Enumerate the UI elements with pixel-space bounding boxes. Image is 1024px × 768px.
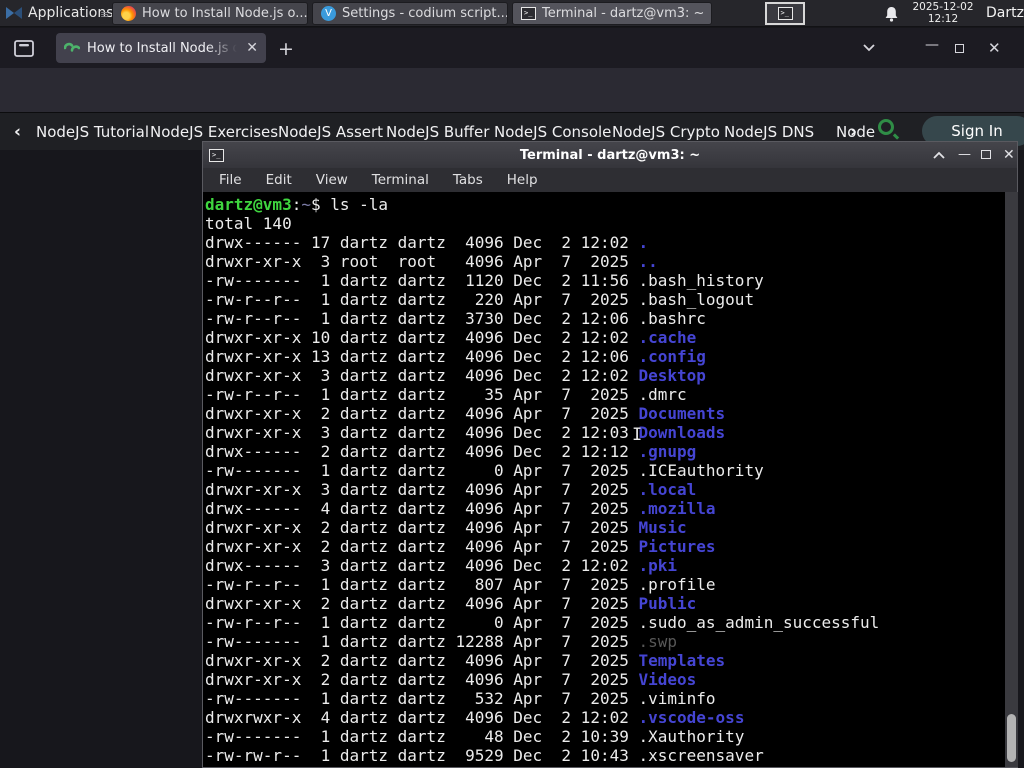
window-maximize-button[interactable] xyxy=(955,44,964,53)
firefox-view-icon[interactable] xyxy=(12,36,36,60)
terminal-icon: >_ xyxy=(521,7,536,20)
terminal-line: drwxr-xr-x 3 dartz dartz 4096 Dec 2 12:0… xyxy=(205,423,726,442)
menu-terminal[interactable]: Terminal xyxy=(372,172,429,188)
terminal-titlebar[interactable]: Terminal - dartz@vm3: ~ >_ — ✕ xyxy=(203,142,1017,168)
terminal-line: drwxr-xr-x 3 dartz dartz 4096 Dec 2 12:0… xyxy=(205,366,706,385)
terminal-line: drwxr-xr-x 2 dartz dartz 4096 Apr 7 2025… xyxy=(205,518,687,537)
terminal-line: drwxr-xr-x 3 dartz dartz 4096 Apr 7 2025… xyxy=(205,480,697,499)
terminal-icon: >_ xyxy=(209,148,224,162)
nav-scroll-left-icon[interactable]: ‹ xyxy=(14,122,21,142)
terminal-line: -rw-r--r-- 1 dartz dartz 0 Apr 7 2025 .s… xyxy=(205,613,880,632)
terminal-line: -rw------- 1 dartz dartz 48 Dec 2 10:39 … xyxy=(205,727,745,746)
tab-title: How to Install Node.js on xyxy=(87,40,237,56)
terminal-line: dartz@vm3:~$ ls -la xyxy=(205,195,389,214)
terminal-line: drwx------ 2 dartz dartz 4096 Dec 2 12:1… xyxy=(205,442,697,461)
tab-close-icon[interactable]: ✕ xyxy=(246,40,258,56)
applications-logo-icon xyxy=(6,7,22,19)
terminal-menubar: File Edit View Terminal Tabs Help xyxy=(203,168,1017,192)
terminal-line: -rw-r--r-- 1 dartz dartz 220 Apr 7 2025 … xyxy=(205,290,755,309)
clock-date: 2025-12-02 xyxy=(912,1,974,13)
window-minimize-button[interactable]: — xyxy=(925,37,939,53)
terminal-line: drwxrwxr-x 4 dartz dartz 4096 Dec 2 12:0… xyxy=(205,708,745,727)
menu-tabs[interactable]: Tabs xyxy=(453,172,483,188)
taskbar-button-codium[interactable]: V Settings - codium script... xyxy=(312,2,508,25)
terminal-line: drwxr-xr-x 2 dartz dartz 4096 Apr 7 2025… xyxy=(205,404,726,423)
nav-link-console[interactable]: NodeJS Console xyxy=(494,123,611,141)
terminal-minimize-button[interactable]: — xyxy=(958,147,971,162)
terminal-line: drwx------ 4 dartz dartz 4096 Apr 7 2025… xyxy=(205,499,716,518)
nav-link-tutorial[interactable]: NodeJS Tutorial xyxy=(36,123,149,141)
terminal-line: -rw-r--r-- 1 dartz dartz 3730 Dec 2 12:0… xyxy=(205,309,706,328)
terminal-title: Terminal - dartz@vm3: ~ xyxy=(519,147,701,163)
terminal-line: drwxr-xr-x 2 dartz dartz 4096 Apr 7 2025… xyxy=(205,670,697,689)
panel-grip-icon: ≡ xyxy=(100,8,110,21)
window-close-button[interactable]: ✕ xyxy=(988,39,1001,57)
nav-scroll-right-icon[interactable]: › xyxy=(850,122,857,142)
clock-time: 12:12 xyxy=(927,12,959,25)
nav-link-buffer[interactable]: NodeJS Buffer xyxy=(386,123,489,141)
desktop: Applications ≡ How to Install Node.js o.… xyxy=(0,0,1024,768)
menu-file[interactable]: File xyxy=(219,172,242,188)
menu-help[interactable]: Help xyxy=(507,172,538,188)
menu-edit[interactable]: Edit xyxy=(266,172,292,188)
nav-link-crypto[interactable]: NodeJS Crypto xyxy=(612,123,720,141)
terminal-line: -rw-r--r-- 1 dartz dartz 807 Apr 7 2025 … xyxy=(205,575,716,594)
terminal-line: -rw-rw-r-- 1 dartz dartz 9529 Dec 2 10:4… xyxy=(205,746,764,765)
nav-link-dns[interactable]: NodeJS DNS xyxy=(724,123,814,141)
codium-icon: V xyxy=(321,6,336,21)
terminal-shade-button[interactable] xyxy=(933,151,945,159)
nav-link-exercises[interactable]: NodeJS Exercises xyxy=(150,123,278,141)
terminal-line: drwxr-xr-x 10 dartz dartz 4096 Dec 2 12:… xyxy=(205,328,697,347)
terminal-close-button[interactable]: ✕ xyxy=(1003,147,1015,163)
browser-tab-bar: How to Install Node.js on ✕ + — ✕ xyxy=(0,28,1024,68)
task-label: Terminal - dartz@vm3: ~ xyxy=(542,6,705,21)
taskbar-button-terminal[interactable]: >_ Terminal - dartz@vm3: ~ xyxy=(512,2,712,25)
browser-tab-active[interactable]: How to Install Node.js on ✕ xyxy=(56,33,266,63)
terminal-line: -rw------- 1 dartz dartz 532 Apr 7 2025 … xyxy=(205,689,716,708)
browser-toolbar: ← → https://www.geeksforgeeks.org/node-j… xyxy=(0,68,1024,174)
list-all-tabs-chevron-icon[interactable] xyxy=(862,43,876,53)
task-label: Settings - codium script... xyxy=(342,6,508,21)
terminal-content[interactable]: dartz@vm3:~$ ls -la total 140 drwx------ 1… xyxy=(203,192,1004,767)
taskbar-button-firefox[interactable]: How to Install Node.js o... xyxy=(112,2,308,25)
firefox-icon xyxy=(121,6,136,21)
terminal-line: -rw------- 1 dartz dartz 12288 Apr 7 202… xyxy=(205,632,678,651)
terminal-line: drwxr-xr-x 2 dartz dartz 4096 Apr 7 2025… xyxy=(205,537,716,556)
panel-user-label[interactable]: Dartz xyxy=(986,5,1024,21)
terminal-scrollbar-thumb[interactable] xyxy=(1007,714,1016,762)
terminal-scrollbar[interactable] xyxy=(1005,192,1018,767)
search-icon[interactable] xyxy=(878,119,894,135)
terminal-line: drwxr-xr-x 13 dartz dartz 4096 Dec 2 12:… xyxy=(205,347,706,366)
terminal-line: drwxr-xr-x 2 dartz dartz 4096 Apr 7 2025… xyxy=(205,651,726,670)
terminal-line: -rw------- 1 dartz dartz 1120 Dec 2 11:5… xyxy=(205,271,764,290)
terminal-output: dartz@vm3:~$ ls -la total 140 drwx------ 1… xyxy=(203,192,1004,765)
terminal-line: -rw-r--r-- 1 dartz dartz 35 Apr 7 2025 .… xyxy=(205,385,687,404)
new-tab-button[interactable]: + xyxy=(278,38,294,60)
menu-view[interactable]: View xyxy=(316,172,348,188)
desktop-panel: Applications ≡ How to Install Node.js o.… xyxy=(0,0,1024,27)
terminal-maximize-button[interactable] xyxy=(981,150,991,159)
terminal-line: total 140 xyxy=(205,214,292,233)
terminal-line: -rw------- 1 dartz dartz 0 Apr 7 2025 .I… xyxy=(205,461,764,480)
nav-link-assert[interactable]: NodeJS Assert xyxy=(278,123,383,141)
text-cursor-pointer: I xyxy=(632,425,643,445)
task-label: How to Install Node.js o... xyxy=(142,6,308,21)
terminal-line: drwx------ 17 dartz dartz 4096 Dec 2 12:… xyxy=(205,233,649,252)
workspace-switcher[interactable]: >_ xyxy=(765,2,805,25)
terminal-line: drwxr-xr-x 2 dartz dartz 4096 Apr 7 2025… xyxy=(205,594,697,613)
terminal-line: drwx------ 3 dartz dartz 4096 Dec 2 12:0… xyxy=(205,556,678,575)
terminal-icon: >_ xyxy=(777,7,793,20)
panel-clock[interactable]: 2025-12-02 12:12 xyxy=(908,1,978,25)
terminal-line: drwxr-xr-x 3 root root 4096 Apr 7 2025 .… xyxy=(205,252,658,271)
terminal-window: Terminal - dartz@vm3: ~ >_ — ✕ File Edit… xyxy=(202,141,1018,768)
notifications-bell-icon[interactable] xyxy=(884,6,899,22)
geeksforgeeks-favicon xyxy=(64,42,80,52)
